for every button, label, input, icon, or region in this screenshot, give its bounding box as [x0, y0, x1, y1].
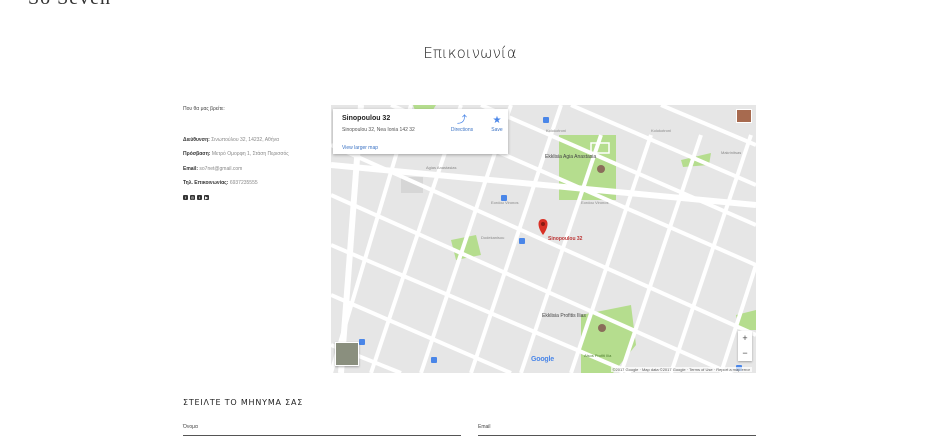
directions-label: Directions: [450, 127, 474, 133]
access-row: Πρόσβαση: Μετρό Ομορφη 1, Στάση Περισσός: [183, 151, 289, 157]
street-label: Eordou Vironos: [491, 200, 519, 205]
save-button[interactable]: ★ Save: [486, 115, 508, 133]
place-address: Sinopoulou 32, Nea Ionia 142 32: [342, 127, 415, 133]
church-label: Ekklisia Profitis Ilias: [542, 313, 586, 319]
satellite-thumbnail[interactable]: [335, 342, 359, 366]
park-label: Alsos Profiti Ilia: [584, 353, 612, 358]
youtube-icon[interactable]: ▶: [204, 195, 209, 200]
street-label: Dodekanisou: [481, 235, 505, 240]
instagram-icon[interactable]: ◎: [190, 195, 195, 200]
street-label: Makrinitsas: [721, 150, 742, 155]
google-logo: Google: [531, 356, 554, 363]
facebook-icon[interactable]: f: [183, 195, 188, 200]
phone-label: Τηλ. Επικοινωνίας:: [183, 180, 229, 186]
pin-label: Sinopoulou 32: [548, 236, 583, 242]
address-value: Σινωπούλου 32, 14232, Αθήνα: [211, 137, 279, 143]
form-title: ΣΤΕΙΛΤΕ ΤΟ ΜΗΝΥΜΑ ΣΑΣ: [183, 398, 304, 407]
address-label: Διεύθυνση:: [183, 137, 210, 143]
email-input[interactable]: [478, 435, 756, 436]
address-row: Διεύθυνση: Σινωπούλου 32, 14232, Αθήνα: [183, 137, 279, 143]
view-larger-map-link[interactable]: View larger map: [342, 145, 378, 151]
zoom-in-button[interactable]: +: [738, 331, 752, 346]
street-label: Eordou Vironos: [581, 200, 609, 205]
name-input[interactable]: [183, 435, 461, 436]
street-label: Agias Anastasias: [426, 165, 457, 170]
name-field-label: Όνομα: [183, 424, 198, 430]
email-value[interactable]: so7net@gmail.com: [199, 166, 242, 172]
church-label: Ekklisia Agia Anastasia: [545, 154, 597, 160]
star-icon: ★: [492, 115, 502, 126]
name-field[interactable]: Όνομα: [183, 424, 461, 436]
directions-button[interactable]: ⤴ Directions: [447, 115, 477, 133]
save-label: Save: [491, 127, 503, 133]
street-label: Kolokotroni: [651, 128, 672, 133]
directions-icon: ⤴: [457, 115, 467, 126]
email-label: Email:: [183, 166, 199, 172]
phone-value[interactable]: 6937235555: [230, 180, 258, 186]
place-card: Sinopoulou 32 Sinopoulou 32, Nea Ionia 1…: [333, 109, 508, 154]
map-attribution[interactable]: ©2017 Google · Map data ©2017 Google · T…: [610, 367, 752, 372]
map-embed[interactable]: Kolokotroni Agias Anastasias Eordou Viro…: [331, 105, 756, 373]
social-links: f ◎ t ▶: [183, 195, 209, 200]
phone-row: Τηλ. Επικοινωνίας: 6937235555: [183, 180, 258, 186]
street-label: Kolokotroni: [546, 128, 567, 133]
twitter-icon[interactable]: t: [197, 195, 202, 200]
place-name: Sinopoulou 32: [342, 115, 391, 122]
fullscreen-thumbnail[interactable]: [736, 109, 752, 123]
contact-intro: Που θα μας βρείτε:: [183, 106, 225, 112]
access-label: Πρόσβαση:: [183, 151, 211, 157]
zoom-out-button[interactable]: −: [738, 346, 752, 361]
email-field-label: Email: [478, 424, 491, 430]
email-field[interactable]: Email: [478, 424, 756, 436]
site-logo[interactable]: So Seven: [28, 0, 111, 10]
email-row: Email: so7net@gmail.com: [183, 166, 242, 172]
zoom-control: + −: [738, 331, 752, 361]
access-value: Μετρό Ομορφη 1, Στάση Περισσός: [211, 151, 289, 157]
page-title: Επικοινωνία: [423, 44, 517, 62]
